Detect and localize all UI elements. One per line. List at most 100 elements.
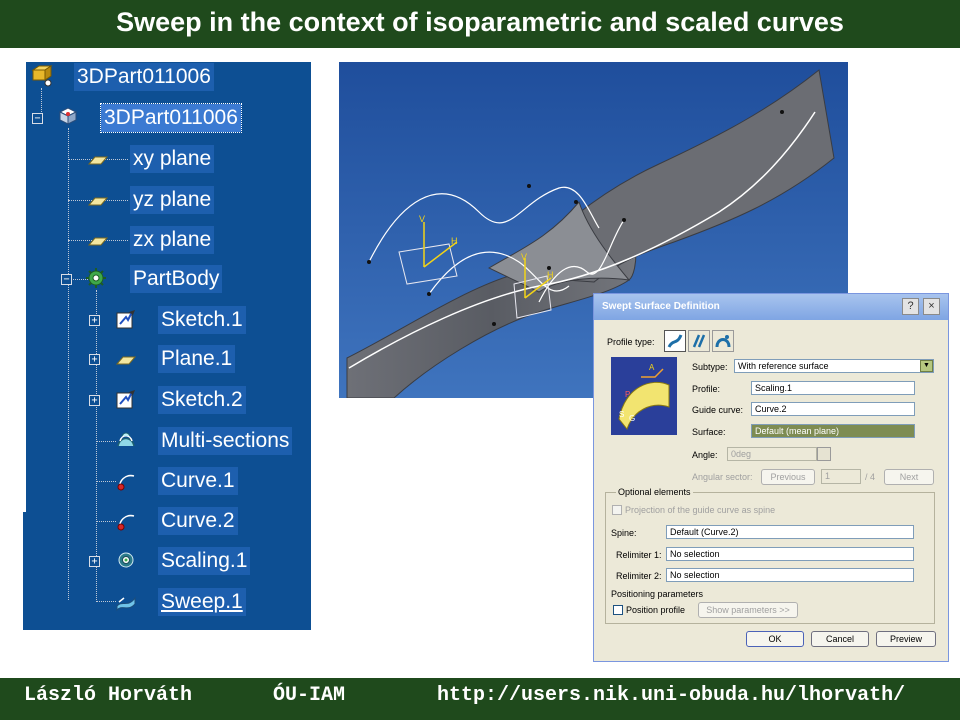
show-parameters-button[interactable]: Show parameters >> <box>698 602 798 618</box>
expand-toggle[interactable]: + <box>89 354 100 365</box>
tree-node-sweep-1[interactable]: Sweep.1 <box>158 587 246 617</box>
slide-title: Sweep in the context of isoparametric an… <box>116 7 844 37</box>
tree-node-curve-2[interactable]: Curve.2 <box>158 506 238 536</box>
plane-icon[interactable] <box>86 148 110 172</box>
previous-button[interactable]: Previous <box>761 469 815 485</box>
scaling-icon[interactable] <box>114 548 138 572</box>
tree-node-scaling-1[interactable]: Scaling.1 <box>158 546 251 576</box>
profile-label: Profile: <box>692 384 721 394</box>
curve-icon[interactable] <box>114 510 138 534</box>
tree-connector <box>96 441 116 442</box>
spine-field[interactable]: Default (Curve.2) <box>666 525 914 539</box>
preview-button[interactable]: Preview <box>876 631 936 647</box>
collapse-toggle[interactable]: − <box>32 113 43 124</box>
sweep-surface-icon[interactable] <box>114 590 138 614</box>
tree-label: xy plane <box>130 145 215 173</box>
ok-button[interactable]: OK <box>746 631 804 647</box>
profile-type-explicit-button[interactable] <box>664 330 686 352</box>
cancel-button[interactable]: Cancel <box>811 631 869 647</box>
curve-icon[interactable] <box>114 470 138 494</box>
swept-surface-dialog: Swept Surface Definition ? × Profile typ… <box>593 293 949 662</box>
plane-icon[interactable] <box>114 348 138 372</box>
plane-icon[interactable] <box>86 229 110 253</box>
tree-node-yz-plane[interactable]: yz plane <box>130 185 215 215</box>
curve-point[interactable] <box>547 266 551 270</box>
tree-panel-edge <box>23 62 26 512</box>
sweep-explicit-icon <box>667 334 683 348</box>
product-icon[interactable] <box>30 64 54 88</box>
expand-toggle[interactable]: + <box>89 315 100 326</box>
tree-node-product[interactable]: 3DPart011006 <box>74 62 214 92</box>
axis-label-h: H <box>547 270 554 280</box>
projection-checkbox[interactable] <box>612 505 622 515</box>
profile-type-line-button[interactable] <box>688 330 710 352</box>
positioning-parameters-label: Positioning parameters <box>611 589 704 599</box>
sketch-icon[interactable] <box>114 308 138 332</box>
profile-field[interactable]: Scaling.1 <box>751 381 915 395</box>
guide-curve-field[interactable]: Curve.2 <box>751 402 915 416</box>
tree-node-xy-plane[interactable]: xy plane <box>130 144 215 174</box>
preview-letter-p: P <box>625 390 630 399</box>
preview-letter-g: G <box>629 414 635 423</box>
tree-label: PartBody <box>130 265 223 293</box>
tree-label: Multi-sections <box>158 427 293 455</box>
tree-label: 3DPart011006 <box>74 63 214 91</box>
position-profile-label: Position profile <box>626 605 686 615</box>
help-button[interactable]: ? <box>902 298 919 315</box>
guide-curve-label: Guide curve: <box>692 405 744 415</box>
collapse-toggle[interactable]: − <box>61 274 72 285</box>
tree-connector <box>96 481 116 482</box>
tree-node-partbody[interactable]: PartBody <box>130 264 223 294</box>
tree-connector <box>68 128 69 600</box>
surface-field[interactable]: Default (mean plane) <box>751 424 915 438</box>
next-button[interactable]: Next <box>884 469 934 485</box>
tree-label: Curve.2 <box>158 507 238 535</box>
curve-point[interactable] <box>367 260 371 264</box>
relimiter-1-field[interactable]: No selection <box>666 547 914 561</box>
projection-label: Projection of the guide curve as spine <box>625 505 776 515</box>
relimiter-1-label: Relimiter 1: <box>616 550 662 560</box>
axis-label-h: H <box>451 236 458 246</box>
part-icon[interactable] <box>56 104 80 128</box>
curve-point[interactable] <box>622 218 626 222</box>
subtype-select[interactable]: With reference surface <box>734 359 934 373</box>
relimiter-2-field[interactable]: No selection <box>666 568 914 582</box>
angle-spinner[interactable] <box>817 447 831 461</box>
tree-node-zx-plane[interactable]: zx plane <box>130 225 215 255</box>
tree-node-multi-sections[interactable]: Multi-sections <box>158 426 293 456</box>
preview-letter-a: A <box>649 363 655 372</box>
tree-node-sketch-1[interactable]: Sketch.1 <box>158 305 246 335</box>
footer-institute: ÓU-IAM <box>273 684 346 707</box>
partbody-gear-icon[interactable] <box>84 266 108 290</box>
sweep-circle-icon <box>715 335 731 348</box>
tree-label: Plane.1 <box>158 345 236 373</box>
tree-node-plane-1[interactable]: Plane.1 <box>158 344 236 374</box>
sketch-icon[interactable] <box>114 388 138 412</box>
curve-point[interactable] <box>527 184 531 188</box>
close-button[interactable]: × <box>923 298 940 315</box>
profile-type-circle-button[interactable] <box>712 330 734 352</box>
sector-field[interactable]: 1 <box>821 469 861 484</box>
position-profile-checkbox[interactable] <box>613 605 623 615</box>
tree-label: Sweep.1 <box>158 588 246 616</box>
spine-label: Spine: <box>611 528 637 538</box>
expand-toggle[interactable]: + <box>89 395 100 406</box>
tree-label: yz plane <box>130 186 215 214</box>
tree-node-part[interactable]: 3DPart011006 <box>100 103 242 133</box>
tree-node-curve-1[interactable]: Curve.1 <box>158 466 238 496</box>
multi-sections-surface-icon[interactable] <box>114 428 138 452</box>
plane-icon[interactable] <box>86 189 110 213</box>
angle-field[interactable]: 0deg <box>727 447 817 461</box>
sweep-line-icon <box>692 334 706 348</box>
curve-point[interactable] <box>427 292 431 296</box>
footer-url[interactable]: http://users.nik.uni-obuda.hu/lhorvath/ <box>437 684 905 707</box>
tree-node-sketch-2[interactable]: Sketch.2 <box>158 385 246 415</box>
surface-label: Surface: <box>692 427 726 437</box>
tree-label: Sketch.2 <box>158 386 246 414</box>
expand-toggle[interactable]: + <box>89 556 100 567</box>
curve-point[interactable] <box>492 322 496 326</box>
angular-sector-label: Angular sector: <box>692 472 753 482</box>
curve-point[interactable] <box>780 110 784 114</box>
chevron-down-icon[interactable]: ▼ <box>920 360 933 372</box>
curve-point[interactable] <box>574 200 578 204</box>
